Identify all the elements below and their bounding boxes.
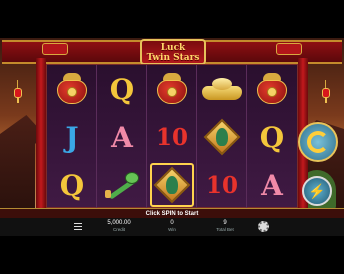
logo-line-1: Luck xyxy=(160,43,186,53)
symbol-10: 10 xyxy=(147,113,197,161)
credit-display: 5,000.00 Credit xyxy=(102,220,136,233)
lightning-icon: ⚡ xyxy=(308,182,326,199)
fish-diamond-icon xyxy=(150,163,194,207)
symbol-a: A xyxy=(247,161,297,209)
symbol-a-label: A xyxy=(261,168,283,202)
win-label: Win xyxy=(168,227,176,232)
turbo-button[interactable]: ⚡ xyxy=(302,176,332,206)
fish-diamond-icon xyxy=(202,117,242,157)
lucky-pot-symbol xyxy=(147,65,197,113)
symbol-a: A xyxy=(97,113,147,161)
reel-3: 10 xyxy=(147,65,197,209)
fish-diamond-symbol xyxy=(147,161,197,209)
symbol-q-label: Q xyxy=(259,120,285,154)
lantern-left xyxy=(14,80,22,103)
reel-2: Q A xyxy=(97,65,147,209)
credit-value: 5,000.00 xyxy=(107,220,131,226)
lucky-pot-icon xyxy=(155,73,189,105)
symbol-j: J xyxy=(47,113,97,161)
symbol-10-label: 10 xyxy=(205,171,238,199)
credit-label: Credit xyxy=(112,227,125,232)
top-black-bar xyxy=(0,0,344,38)
win-display: 0 Win xyxy=(160,220,184,233)
roof-ornament-left xyxy=(42,43,68,55)
win-value: 0 xyxy=(170,220,174,226)
bet-value: 9 xyxy=(223,220,227,226)
symbol-10-label: 10 xyxy=(155,123,188,151)
symbol-q-label: Q xyxy=(109,72,135,106)
spin-button[interactable] xyxy=(298,122,338,162)
bet-label: Total Bet xyxy=(216,227,234,232)
reel-5: Q A xyxy=(247,65,297,209)
spin-arrow-icon xyxy=(307,131,329,153)
symbol-q: Q xyxy=(47,161,97,209)
jade-ruyi-symbol xyxy=(97,161,147,209)
reel-1: J Q xyxy=(47,65,97,209)
fish-diamond-symbol xyxy=(197,113,247,161)
symbol-q: Q xyxy=(247,113,297,161)
pillar-left xyxy=(36,58,46,212)
chip-icon[interactable] xyxy=(258,221,269,232)
reel-area: J Q Q A 10 10 Q A xyxy=(46,64,298,209)
lantern-right xyxy=(322,80,330,103)
lucky-pot-symbol xyxy=(47,65,97,113)
roof-ornament-right xyxy=(276,43,302,55)
lucky-pot-icon xyxy=(255,73,289,105)
lucky-pot-icon xyxy=(55,73,89,105)
gold-ingot-symbol xyxy=(197,65,247,113)
bottom-black-bar xyxy=(0,236,344,274)
bottom-bar: 5,000.00 Credit 0 Win 9 Total Bet xyxy=(0,218,344,236)
status-bar: Click SPIN to Start xyxy=(0,208,344,218)
game-logo: Luck Twin Stars xyxy=(140,39,206,65)
logo-line-2: Twin Stars xyxy=(146,53,200,63)
jade-ruyi-icon xyxy=(103,170,141,200)
gold-ingot-icon xyxy=(202,76,242,102)
menu-icon[interactable] xyxy=(74,223,82,230)
symbol-10: 10 xyxy=(197,161,247,209)
symbol-q-label: Q xyxy=(59,168,85,202)
bet-display[interactable]: 9 Total Bet xyxy=(212,220,238,233)
symbol-q: Q xyxy=(97,65,147,113)
symbol-a-label: A xyxy=(111,120,133,154)
lucky-pot-symbol xyxy=(247,65,297,113)
reel-4: 10 xyxy=(197,65,247,209)
symbol-j-label: J xyxy=(65,120,79,154)
